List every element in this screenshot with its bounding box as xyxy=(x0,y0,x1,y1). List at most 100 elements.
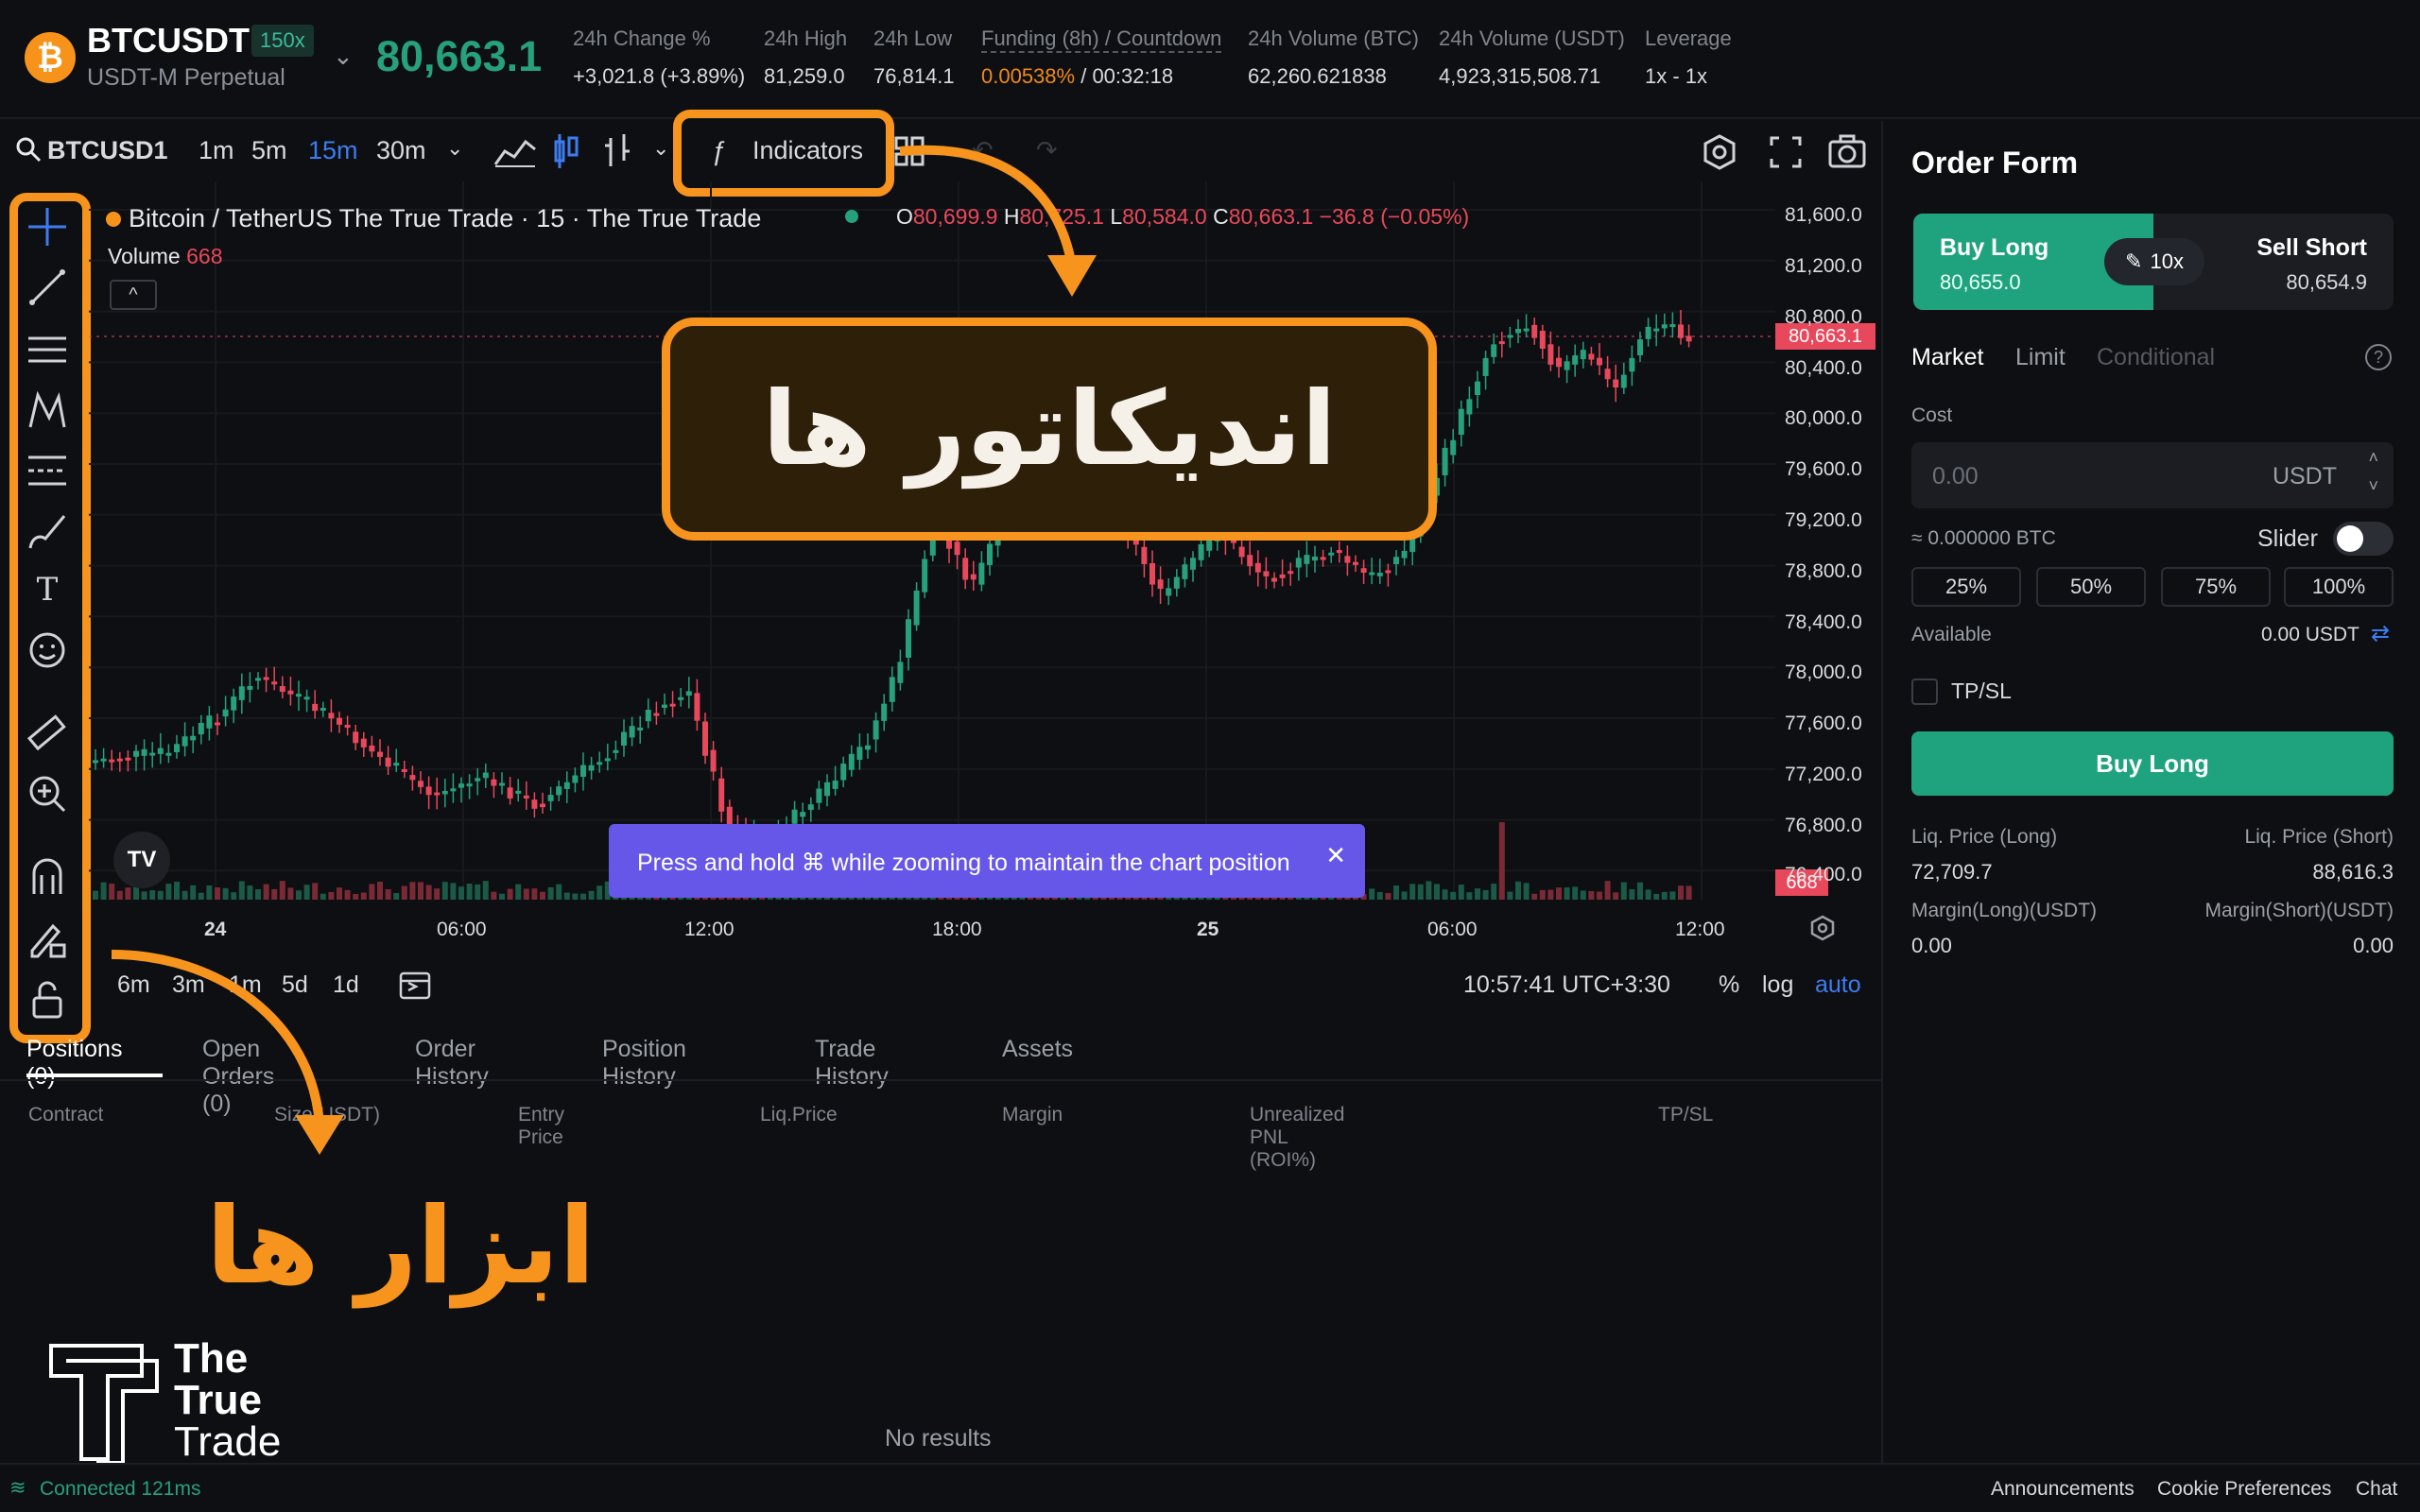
interval-30m[interactable]: 30m xyxy=(376,136,426,165)
buy-long-submit-button[interactable]: Buy Long xyxy=(1911,731,2394,796)
range-5d[interactable]: 5d xyxy=(282,971,308,999)
chevron-down-icon[interactable]: ⌄ xyxy=(446,136,463,161)
buy-long-price: 80,655.0 xyxy=(1940,270,2021,294)
toggle-knob xyxy=(2337,525,2363,552)
percent-toggle[interactable]: % xyxy=(1719,971,1739,999)
transfer-icon[interactable]: ⇄ xyxy=(2371,620,2390,647)
candles-icon[interactable] xyxy=(552,132,580,170)
tab-trade-history[interactable]: Trade History xyxy=(815,1036,889,1091)
range-6m[interactable]: 6m xyxy=(117,971,150,999)
volume-bar xyxy=(580,893,586,900)
symbol-name[interactable]: BTCUSDT xyxy=(87,21,250,60)
candle xyxy=(482,772,489,779)
candle xyxy=(906,619,911,658)
tab-positions[interactable]: Positions (0) xyxy=(26,1036,122,1091)
stat-label[interactable]: Funding (8h) / Countdown xyxy=(981,26,1222,53)
tpsl-checkbox[interactable] xyxy=(1911,679,1938,705)
order-type-market[interactable]: Market xyxy=(1911,344,1983,371)
increment-icon[interactable]: ˄ xyxy=(2368,448,2378,468)
candle xyxy=(978,562,985,585)
price-label: 78,000.0 xyxy=(1785,662,1862,683)
layout-grid-icon[interactable] xyxy=(894,136,925,166)
order-type-conditional[interactable]: Conditional xyxy=(2097,344,2215,371)
announcements-link[interactable]: Announcements xyxy=(1991,1478,2135,1501)
percent-100-button[interactable]: 100% xyxy=(2284,567,2394,607)
chart-canvas[interactable] xyxy=(89,181,1880,928)
order-type-limit[interactable]: Limit xyxy=(2015,344,2066,371)
price-chart[interactable]: Bitcoin / TetherUS The True Trade · 15 ·… xyxy=(89,181,1880,941)
available-value: 0.00 USDT xyxy=(2261,624,2360,645)
search-icon[interactable] xyxy=(15,136,42,163)
auto-toggle[interactable]: auto xyxy=(1815,971,1861,999)
volume-bar xyxy=(369,884,375,900)
margin-long-value: 0.00 xyxy=(1911,934,1952,957)
bars-icon[interactable] xyxy=(603,132,631,170)
camera-icon[interactable] xyxy=(1828,134,1866,168)
stat-funding: Funding (8h) / Countdown 0.00538% / 00:3… xyxy=(981,26,1222,89)
volume-bar xyxy=(475,884,481,900)
range-3m[interactable]: 3m xyxy=(172,971,205,999)
time-label: 12:00 xyxy=(684,919,735,940)
candle xyxy=(1263,571,1270,576)
candle xyxy=(694,693,700,721)
chart-legend: Bitcoin / TetherUS The True Trade · 15 ·… xyxy=(106,204,761,233)
candle xyxy=(824,782,830,797)
range-1m[interactable]: 1m xyxy=(229,971,262,999)
candle xyxy=(1190,558,1196,570)
interval-5m[interactable]: 5m xyxy=(251,136,287,165)
candle xyxy=(450,788,457,792)
axis-settings-icon[interactable] xyxy=(1809,915,1836,941)
collapse-legend-button[interactable]: ^ xyxy=(110,280,157,310)
candle xyxy=(807,804,814,811)
tab-open-orders[interactable]: Open Orders (0) xyxy=(202,1036,274,1118)
cookie-preferences-link[interactable]: Cookie Preferences xyxy=(2157,1478,2331,1501)
interval-15m[interactable]: 15m xyxy=(308,136,358,165)
volume-bar xyxy=(572,893,579,900)
candle xyxy=(645,710,651,722)
interval-1m[interactable]: 1m xyxy=(199,136,234,165)
tab-order-history[interactable]: Order History xyxy=(415,1036,489,1091)
candle xyxy=(987,543,993,565)
tradingview-logo[interactable]: TV xyxy=(113,832,170,888)
candle xyxy=(662,704,667,708)
volume-bar xyxy=(401,885,407,900)
help-icon[interactable]: ? xyxy=(2365,344,2392,370)
candle xyxy=(1620,374,1627,388)
decrement-icon[interactable]: ˅ xyxy=(2368,476,2378,496)
redo-icon[interactable]: ↷ xyxy=(1036,136,1058,165)
column-header: Margin xyxy=(1002,1104,1063,1125)
settings-icon[interactable] xyxy=(1702,134,1737,170)
undo-icon[interactable]: ↶ xyxy=(972,136,994,165)
percent-25-button[interactable]: 25% xyxy=(1911,567,2021,607)
ohlc-readout: O80,699.9 H80,725.1 L80,584.0 C80,663.1 … xyxy=(896,204,1469,230)
chevron-down-icon[interactable]: ⌄ xyxy=(652,136,669,161)
volume-bar xyxy=(1661,891,1668,900)
candle xyxy=(263,677,269,680)
volume-bar xyxy=(182,890,188,900)
slider-toggle[interactable] xyxy=(2333,522,2394,556)
candle xyxy=(1572,354,1579,365)
candle xyxy=(889,677,895,702)
tab-assets[interactable]: Assets xyxy=(1002,1036,1073,1063)
close-icon[interactable]: ✕ xyxy=(1325,841,1346,870)
chat-link[interactable]: Chat xyxy=(2356,1478,2397,1501)
candle xyxy=(954,541,960,556)
area-chart-icon[interactable] xyxy=(493,134,537,168)
range-1d[interactable]: 1d xyxy=(333,971,359,999)
chevron-down-icon[interactable]: ⌄ xyxy=(333,42,354,71)
log-toggle[interactable]: log xyxy=(1762,971,1793,999)
stat-label: 24h Low xyxy=(873,26,953,50)
symbol-search[interactable]: BTCUSD1 xyxy=(47,136,168,165)
percent-50-button[interactable]: 50% xyxy=(2036,567,2146,607)
leverage-button[interactable]: ✎ 10x xyxy=(2104,238,2204,285)
cost-input[interactable]: 0.00 USDT ˄ ˅ xyxy=(1911,442,2394,508)
volume-bar xyxy=(303,885,310,900)
percent-75-button[interactable]: 75% xyxy=(2161,567,2271,607)
funding-countdown: 00:32:18 xyxy=(1092,64,1174,88)
column-header: Size(USDT) xyxy=(274,1104,381,1125)
fullscreen-icon[interactable] xyxy=(1770,136,1802,168)
candle xyxy=(1238,546,1245,558)
volume-bar xyxy=(547,886,554,900)
tab-position-history[interactable]: Position History xyxy=(602,1036,686,1091)
goto-date-icon[interactable] xyxy=(397,968,433,1002)
